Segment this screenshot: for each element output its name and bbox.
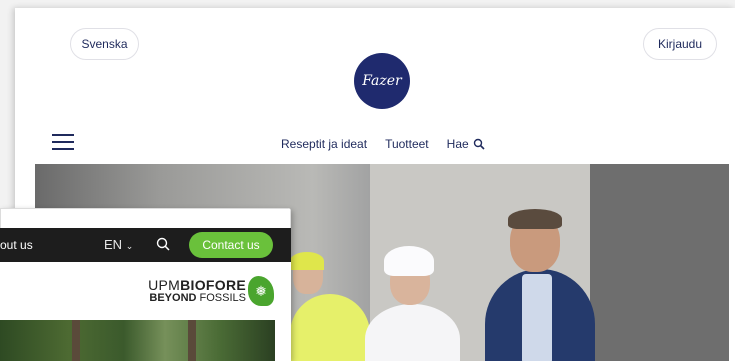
nav-search[interactable]: Hae (447, 137, 485, 151)
upm-logo-text[interactable]: UPMBIOFORE BEYOND FOSSILS (141, 278, 246, 304)
main-nav: Reseptit ja ideat Tuotteet Hae (281, 137, 485, 151)
nav-recipes[interactable]: Reseptit ja ideat (281, 137, 367, 151)
griffin-icon: ❅ (248, 276, 274, 306)
contact-us-button[interactable]: Contact us (189, 232, 273, 258)
search-icon (473, 138, 485, 150)
chevron-down-icon: ⌄ (125, 241, 134, 251)
menu-icon[interactable] (52, 134, 74, 150)
forest-image (0, 320, 275, 361)
about-us-link[interactable]: out us (0, 238, 33, 252)
tree-trunk (72, 320, 80, 361)
language-button[interactable]: Svenska (70, 28, 139, 60)
nav-products[interactable]: Tuotteet (385, 137, 429, 151)
tree-trunk (188, 320, 196, 361)
language-label: EN (104, 237, 123, 252)
language-select[interactable]: EN ⌄ (104, 237, 133, 252)
search-icon[interactable] (156, 237, 170, 251)
fazer-logo[interactable]: Fazer (354, 53, 410, 109)
search-label: Hae (446, 137, 469, 151)
upm-topbar: out us EN ⌄ Contact us (0, 228, 291, 262)
login-button[interactable]: Kirjaudu (643, 28, 717, 60)
upm-window: out us EN ⌄ Contact us UPMBIOFORE BEYOND… (0, 208, 291, 361)
